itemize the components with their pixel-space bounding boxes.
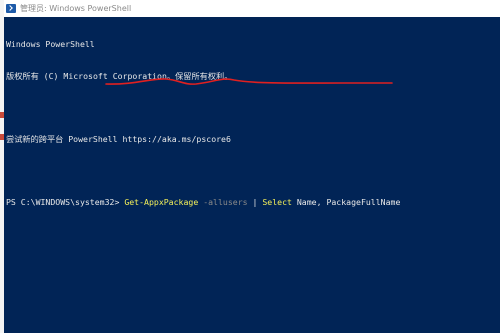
prompt-text: PS C:\WINDOWS\system32>: [6, 196, 125, 207]
console-output[interactable]: Windows PowerShell 版权所有 (C) Microsoft Co…: [6, 18, 500, 333]
powershell-window[interactable]: 管理员: Windows PowerShell Windows PowerShe…: [4, 0, 500, 333]
window-title: 管理员: Windows PowerShell: [20, 4, 132, 13]
title-bar[interactable]: 管理员: Windows PowerShell: [4, 0, 500, 17]
cmdlet-get-appxpackage: Get-AppxPackage: [124, 196, 199, 207]
console-copyright-line: 版权所有 (C) Microsoft Corporation。保留所有权利。: [6, 70, 233, 81]
console-header-line: Windows PowerShell: [6, 39, 95, 49]
command-line[interactable]: PS C:\WINDOWS\system32> Get-AppxPackage …: [6, 197, 500, 208]
console-pscore-line: 尝试新的跨平台 PowerShell https://aka.ms/pscore…: [6, 133, 231, 144]
screen: 管理员: Windows PowerShell Windows PowerShe…: [0, 0, 500, 333]
cmdlet-select: Select: [262, 196, 292, 207]
powershell-icon: [6, 4, 16, 13]
parameter-allusers: -allusers: [198, 196, 248, 207]
select-arguments: Name, PackageFullName: [291, 196, 401, 207]
pipe-operator: |: [247, 196, 263, 207]
